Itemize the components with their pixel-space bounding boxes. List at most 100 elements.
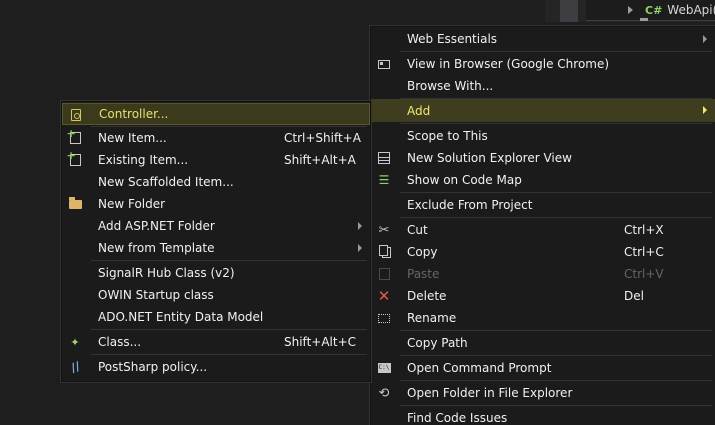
menu-separator xyxy=(400,330,712,331)
menu-item-label: Existing Item... xyxy=(98,153,189,167)
menu-item-label: PostSharp policy... xyxy=(98,360,208,374)
menu-item-shortcut: Shift+Alt+A xyxy=(284,153,356,167)
menu-separator xyxy=(91,354,367,355)
menu-item-new-solution-explorer-view[interactable]: New Solution Explorer View xyxy=(371,147,715,169)
menu-item-paste[interactable]: Paste Ctrl+V xyxy=(371,263,715,285)
menu-item-shortcut: Del xyxy=(624,289,644,303)
menu-item-label: Paste xyxy=(407,267,440,281)
menu-item-web-essentials[interactable]: Web Essentials xyxy=(371,28,715,50)
submenu-item-new-from-template[interactable]: New from Template xyxy=(62,237,370,259)
postsharp-icon: ∕∕ xyxy=(68,358,82,376)
submenu-arrow-icon xyxy=(703,35,707,43)
menu-item-label: Open Folder in File Explorer xyxy=(407,386,573,400)
submenu-item-new-item[interactable]: + New Item... Ctrl+Shift+A xyxy=(62,127,370,149)
menu-item-shortcut: Shift+Alt+C xyxy=(284,335,357,349)
menu-item-label: Browse With... xyxy=(407,79,494,93)
menu-item-label: Scope to This xyxy=(407,129,488,143)
scissors-icon: ✂ xyxy=(378,222,390,238)
menu-item-shortcut: Ctrl+X xyxy=(624,223,664,237)
menu-item-label: New from Template xyxy=(98,241,215,255)
solution-explorer-scrollbar[interactable] xyxy=(560,0,578,22)
menu-item-label: Add xyxy=(407,103,431,118)
menu-item-copy-path[interactable]: Copy Path xyxy=(371,332,715,354)
menu-item-browse-with[interactable]: Browse With... xyxy=(371,75,715,97)
menu-item-label: Rename xyxy=(407,311,457,325)
submenu-item-postsharp-policy[interactable]: ∕∕ PostSharp policy... xyxy=(62,356,370,378)
csharp-project-icon: C# xyxy=(645,3,663,17)
open-folder-icon: ⟲ xyxy=(378,385,390,401)
menu-item-label: Copy Path xyxy=(407,336,468,350)
command-prompt-icon: C:\ xyxy=(377,363,391,373)
new-item-icon: + xyxy=(67,128,83,146)
menu-separator xyxy=(400,217,712,218)
menu-item-label: New Item... xyxy=(98,131,167,145)
menu-item-label: Delete xyxy=(407,289,447,303)
menu-separator xyxy=(91,329,367,330)
screen: C# WebApi( Web Essentials View in Browse… xyxy=(0,0,715,425)
submenu-arrow-icon xyxy=(703,106,707,114)
menu-item-label: New Solution Explorer View xyxy=(407,151,572,165)
menu-item-delete[interactable]: ✕ Delete Del xyxy=(371,285,715,307)
menu-separator xyxy=(91,260,367,261)
menu-item-scope-to-this[interactable]: Scope to This xyxy=(371,125,715,147)
class-icon: ✦ xyxy=(70,335,80,349)
menu-separator xyxy=(400,405,712,406)
paste-icon xyxy=(376,266,392,282)
menu-item-shortcut: Ctrl+V xyxy=(624,267,664,281)
submenu-item-class[interactable]: ✦ Class... Shift+Alt+C xyxy=(62,331,370,353)
menu-item-label: Exclude From Project xyxy=(407,198,533,212)
menu-item-view-in-browser[interactable]: View in Browser (Google Chrome) xyxy=(371,53,715,75)
submenu-item-owin-startup-class[interactable]: OWIN Startup class xyxy=(62,284,370,306)
submenu-item-new-scaffolded-item[interactable]: New Scaffolded Item... xyxy=(62,171,370,193)
browser-icon xyxy=(376,56,392,72)
menu-separator xyxy=(400,380,712,381)
menu-item-find-code-issues[interactable]: Find Code Issues xyxy=(371,407,715,425)
existing-item-icon: + xyxy=(67,150,83,168)
menu-item-add[interactable]: Add xyxy=(371,99,715,122)
submenu-item-signalr-hub-class[interactable]: SignalR Hub Class (v2) xyxy=(62,262,370,284)
submenu-arrow-icon xyxy=(358,244,362,252)
menu-item-label: Web Essentials xyxy=(407,32,498,46)
menu-separator xyxy=(400,355,712,356)
tree-node-label: WebApi( xyxy=(667,3,715,17)
menu-item-exclude-from-project[interactable]: Exclude From Project xyxy=(371,194,715,216)
submenu-arrow-icon xyxy=(358,222,362,230)
menu-item-label: Cut xyxy=(407,223,428,237)
menu-item-label: ADO.NET Entity Data Model xyxy=(98,310,264,324)
context-menu: Web Essentials View in Browser (Google C… xyxy=(369,25,715,425)
submenu-item-controller[interactable]: Controller... xyxy=(62,103,370,125)
tree-indicator xyxy=(640,18,648,21)
menu-item-cut[interactable]: ✂ Cut Ctrl+X xyxy=(371,219,715,241)
delete-icon: ✕ xyxy=(377,287,391,305)
menu-item-open-folder-in-file-explorer[interactable]: ⟲ Open Folder in File Explorer xyxy=(371,382,715,404)
submenu-item-add-aspnet-folder[interactable]: Add ASP.NET Folder xyxy=(62,215,370,237)
menu-item-label: New Scaffolded Item... xyxy=(98,175,234,189)
menu-item-rename[interactable]: Rename xyxy=(371,307,715,329)
submenu-item-new-folder[interactable]: New Folder xyxy=(62,193,370,215)
code-map-icon: ☰ xyxy=(378,173,390,187)
menu-item-open-command-prompt[interactable]: C:\ Open Command Prompt xyxy=(371,357,715,379)
submenu-item-ado-net-entity-data-model[interactable]: ADO.NET Entity Data Model xyxy=(62,306,370,328)
menu-item-label: Show on Code Map xyxy=(407,173,522,187)
menu-item-label: View in Browser (Google Chrome) xyxy=(407,57,610,71)
menu-item-label: Class... xyxy=(98,335,142,349)
submenu-item-existing-item[interactable]: + Existing Item... Shift+Alt+A xyxy=(62,149,370,171)
menu-item-label: New Folder xyxy=(98,197,166,211)
rename-icon xyxy=(376,310,392,326)
menu-separator xyxy=(400,123,712,124)
menu-item-shortcut: Ctrl+Shift+A xyxy=(284,131,361,145)
menu-item-copy[interactable]: Copy Ctrl+C xyxy=(371,241,715,263)
controller-icon xyxy=(68,107,84,123)
menu-item-shortcut: Ctrl+C xyxy=(624,245,664,259)
menu-item-label: Copy xyxy=(407,245,438,259)
menu-item-label: Open Command Prompt xyxy=(407,361,552,375)
menu-item-label: Find Code Issues xyxy=(407,411,508,425)
expand-arrow-icon[interactable] xyxy=(628,6,633,14)
add-submenu: Controller... + New Item... Ctrl+Shift+A… xyxy=(60,100,372,383)
menu-item-label: Controller... xyxy=(99,107,169,121)
menu-item-label: OWIN Startup class xyxy=(98,288,214,302)
copy-icon xyxy=(376,244,392,260)
tree-node-webapi[interactable]: C# WebApi( xyxy=(628,2,715,18)
menu-item-label: SignalR Hub Class (v2) xyxy=(98,266,235,280)
menu-item-show-on-code-map[interactable]: ☰ Show on Code Map xyxy=(371,169,715,191)
